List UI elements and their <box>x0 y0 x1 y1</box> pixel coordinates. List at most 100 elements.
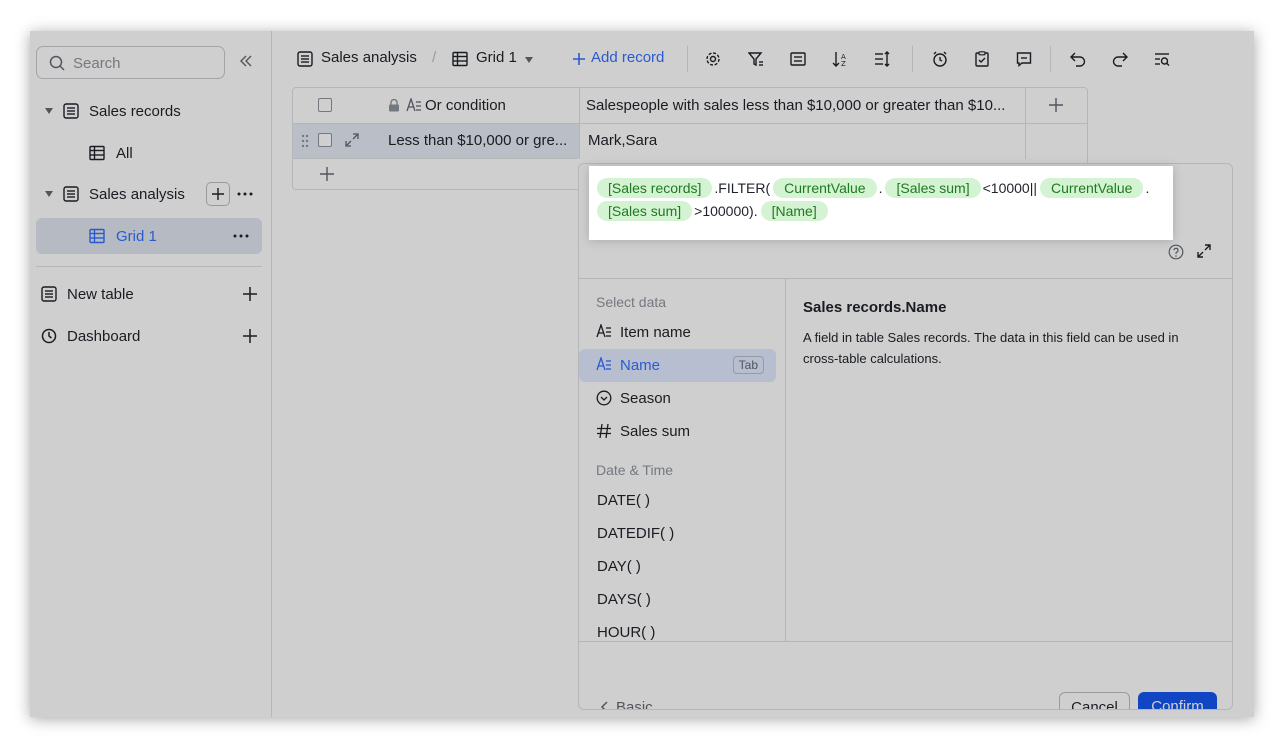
toolbar-divider <box>687 46 688 72</box>
clipboard-icon[interactable] <box>974 51 990 67</box>
comment-icon[interactable] <box>1016 51 1032 67</box>
sidebar-table-sales-analysis[interactable]: Sales analysis <box>36 176 262 212</box>
row-checkbox[interactable] <box>318 133 332 147</box>
sidebar-view-label: All <box>116 145 133 162</box>
collapse-sidebar-icon[interactable] <box>238 53 254 69</box>
caret-down-icon[interactable] <box>524 56 534 64</box>
select-all-checkbox[interactable] <box>318 98 332 112</box>
function-label: DATEDIF( ) <box>597 525 675 542</box>
function-label: DAYS( ) <box>597 591 651 608</box>
sidebar-divider <box>36 266 262 267</box>
undo-icon[interactable] <box>1070 51 1086 67</box>
field-item-name-selected[interactable]: Name Tab <box>579 349 776 382</box>
expand-icon[interactable] <box>1197 244 1211 258</box>
grid-view-icon <box>89 228 105 244</box>
text-field-icon <box>406 98 421 112</box>
table-icon <box>63 103 79 119</box>
sidebar-view-grid-1[interactable]: Grid 1 <box>36 218 262 254</box>
sidebar-table-label: Sales records <box>89 103 181 120</box>
column-header[interactable]: Or condition <box>425 97 506 114</box>
sidebar-view-label: Grid 1 <box>116 228 157 245</box>
field-label: Name <box>620 357 661 374</box>
formula-input[interactable]: [Sales records] .FILTER(CurrentValue. [Sal… <box>589 166 1173 240</box>
grid-view-icon <box>452 51 468 67</box>
formula-text-token: . <box>1145 180 1150 196</box>
add-record-button[interactable]: Add record <box>591 49 664 66</box>
more-icon[interactable] <box>237 192 253 196</box>
formula-field-chip[interactable]: [Sales sum] <box>597 201 693 221</box>
search-placeholder: Search <box>73 55 121 72</box>
formula-editor-panel: Select data Item name Name Tab Season Sa… <box>578 163 1233 710</box>
column-header[interactable]: Salespeople with sales less than $10,000… <box>586 97 1016 114</box>
view-switcher[interactable]: Grid 1 <box>476 49 517 66</box>
function-label: HOUR( ) <box>597 624 656 641</box>
basic-mode-link[interactable]: Basic <box>616 699 653 709</box>
sidebar-view-all[interactable]: All <box>36 135 262 171</box>
more-icon[interactable] <box>233 234 249 238</box>
grid-view-icon <box>89 145 105 161</box>
sort-icon[interactable]: AZ <box>832 51 848 67</box>
new-table-label: New table <box>67 286 134 303</box>
sidebar: Search Sales records All Sales analysis … <box>30 31 272 717</box>
table-cell[interactable]: Less than $10,000 or gre... <box>388 132 574 149</box>
group-icon[interactable] <box>790 51 806 67</box>
sidebar-new-table[interactable]: New table <box>36 276 262 312</box>
field-item-sales-sum[interactable]: Sales sum <box>579 415 776 448</box>
caret-down-icon[interactable] <box>44 189 54 199</box>
formula-field-chip[interactable]: [Sales records] <box>597 178 713 198</box>
function-label: DATE( ) <box>597 492 651 509</box>
alarm-icon[interactable] <box>932 51 948 67</box>
text-field-icon <box>596 324 611 338</box>
sidebar-dashboard[interactable]: Dashboard <box>36 318 262 354</box>
function-item[interactable]: DATE( ) <box>579 484 776 517</box>
single-select-icon <box>596 390 612 406</box>
redo-icon[interactable] <box>1112 51 1128 67</box>
filter-icon[interactable] <box>748 51 764 67</box>
function-item[interactable]: DAYS( ) <box>579 583 776 616</box>
dashboard-icon <box>41 328 57 344</box>
cancel-button[interactable]: Cancel <box>1059 692 1130 709</box>
table-cell[interactable]: Mark,Sara <box>588 132 657 149</box>
search-input[interactable]: Search <box>36 46 225 79</box>
plus-icon[interactable] <box>243 329 257 343</box>
detail-description: A field in table Sales records. The data… <box>803 330 1179 366</box>
table-icon <box>41 286 57 302</box>
sidebar-table-sales-records[interactable]: Sales records <box>36 93 262 129</box>
help-icon[interactable] <box>1168 244 1184 260</box>
field-item-name[interactable]: Item name <box>579 316 776 349</box>
add-column-icon[interactable] <box>1049 98 1063 112</box>
function-item[interactable]: DATEDIF( ) <box>579 517 776 550</box>
add-row-icon[interactable] <box>320 167 334 181</box>
search-icon <box>49 55 65 71</box>
formula-field-chip[interactable]: [Sales sum] <box>885 178 981 198</box>
field-label: Sales sum <box>620 423 691 440</box>
formula-field-chip[interactable]: CurrentValue <box>1040 178 1144 198</box>
table-icon <box>297 51 313 67</box>
chevron-left-icon[interactable] <box>600 701 608 710</box>
text-field-icon <box>596 357 611 371</box>
settings-icon[interactable] <box>705 51 721 67</box>
function-item[interactable]: DAY( ) <box>579 550 776 583</box>
row-height-icon[interactable] <box>874 51 890 67</box>
formula-field-chip[interactable]: CurrentValue <box>773 178 877 198</box>
panel-column-divider <box>785 279 786 641</box>
field-label: Season <box>620 390 671 407</box>
function-item[interactable]: HOUR( ) <box>579 616 776 649</box>
function-label: DAY( ) <box>597 558 641 575</box>
table-title: Sales analysis <box>321 49 417 66</box>
datetime-heading: Date & Time <box>596 462 674 478</box>
plus-icon[interactable] <box>243 287 257 301</box>
svg-text:Z: Z <box>841 60 846 67</box>
sidebar-table-label: Sales analysis <box>89 186 185 203</box>
panel-divider <box>579 278 1232 279</box>
add-view-button[interactable] <box>206 182 230 206</box>
field-item-season[interactable]: Season <box>579 382 776 415</box>
formula-field-chip[interactable]: [Name] <box>760 201 828 221</box>
confirm-button[interactable]: Confirm <box>1138 692 1217 709</box>
drag-handle-icon[interactable] <box>301 134 309 148</box>
expand-row-icon[interactable] <box>345 133 359 147</box>
grid-col-border <box>1025 87 1026 159</box>
caret-down-icon[interactable] <box>44 106 54 116</box>
find-icon[interactable] <box>1154 51 1170 67</box>
number-field-icon <box>597 423 611 439</box>
